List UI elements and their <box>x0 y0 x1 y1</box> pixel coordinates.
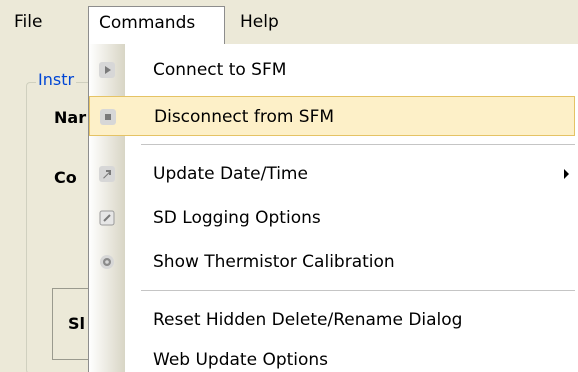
application-window: File Commands Help Instr Nar Co Sl Conne… <box>0 0 578 372</box>
play-icon <box>97 60 117 80</box>
menu-item-label: SD Logging Options <box>153 208 321 228</box>
menu-item-sd-logging-options[interactable]: SD Logging Options <box>89 198 575 238</box>
menu-item-web-update-options[interactable]: Web Update Options <box>89 340 575 372</box>
menu-item-connect-to-sfm[interactable]: Connect to SFM <box>89 50 575 90</box>
menu-file[interactable]: File <box>6 6 50 40</box>
stop-icon <box>98 107 118 127</box>
menu-commands[interactable]: Commands <box>88 6 225 44</box>
menu-item-reset-hidden-delete-rename-dialog[interactable]: Reset Hidden Delete/Rename Dialog <box>89 300 575 340</box>
menu-bar: File Commands Help <box>0 0 578 45</box>
name-label: Nar <box>54 108 87 127</box>
menu-item-label: Web Update Options <box>153 350 329 370</box>
edit-icon <box>97 208 117 228</box>
menu-item-label: Disconnect from SFM <box>154 107 335 127</box>
menu-item-show-thermistor-calibration[interactable]: Show Thermistor Calibration <box>89 242 575 282</box>
menu-item-label: Show Thermistor Calibration <box>153 252 395 272</box>
menu-item-update-date-time[interactable]: Update Date/Time <box>89 154 575 194</box>
menu-help[interactable]: Help <box>230 6 289 40</box>
menu-item-label: Connect to SFM <box>153 60 287 80</box>
menu-separator <box>141 144 575 145</box>
menu-item-disconnect-from-sfm[interactable]: Disconnect from SFM <box>89 96 575 136</box>
menu-item-label: Update Date/Time <box>153 164 308 184</box>
com-label: Co <box>54 168 77 187</box>
submenu-arrow-icon <box>564 169 569 179</box>
menu-item-label: Reset Hidden Delete/Rename Dialog <box>153 310 463 330</box>
commands-dropdown-menu: Connect to SFM Disconnect from SFM Updat… <box>88 44 578 372</box>
menu-separator <box>141 290 575 291</box>
instrument-groupbox-title: Instr <box>36 70 77 89</box>
gear-icon <box>97 252 117 272</box>
status-panel-label: Sl <box>68 314 86 333</box>
arrow-icon <box>97 164 117 184</box>
